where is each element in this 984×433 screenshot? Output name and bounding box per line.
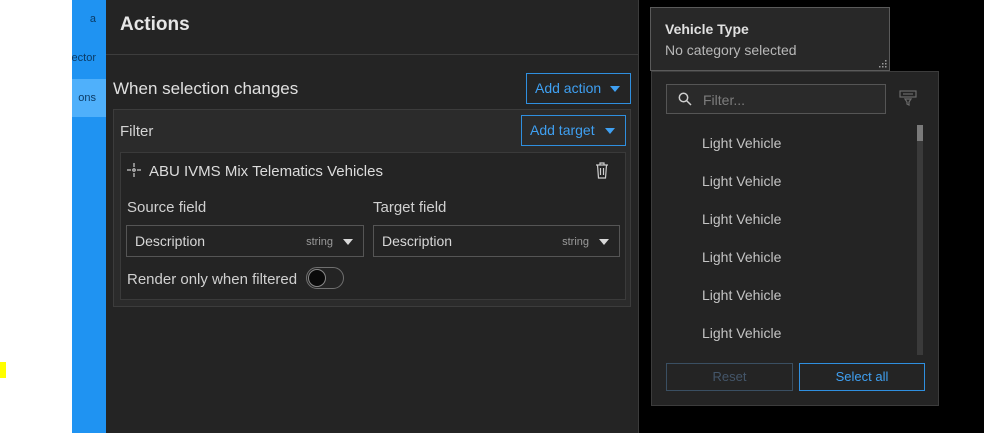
canvas-area (0, 0, 72, 433)
list-item[interactable]: Light Vehicle (702, 325, 781, 341)
list-item[interactable]: Light Vehicle (702, 173, 781, 189)
chevron-down-icon (343, 239, 353, 245)
settings-panel: Actions When selection changes Add actio… (106, 0, 638, 433)
selection-changes-heading: When selection changes (113, 79, 299, 98)
list-item[interactable]: Light Vehicle (702, 249, 781, 265)
list-item[interactable]: Light Vehicle (702, 135, 781, 151)
panel-divider (638, 0, 639, 433)
category-list: Light Vehicle Light Vehicle Light Vehicl… (666, 124, 910, 354)
sidebar-item-1[interactable]: a (72, 0, 106, 38)
filter-label: Filter (120, 123, 154, 140)
crosshair-icon (127, 163, 141, 177)
sidebar-item-label: ector (72, 52, 96, 64)
target-field-value: Description (382, 233, 453, 249)
filter-card: Filter Add target ABU IVMS Mix Telematic… (113, 109, 631, 307)
category-search[interactable]: Filter... (666, 84, 886, 114)
sidebar-item-2[interactable]: ector (72, 39, 106, 77)
scrollbar-thumb[interactable] (917, 125, 923, 141)
chevron-down-icon (605, 128, 615, 134)
target-field-select[interactable]: Description string (373, 225, 620, 257)
source-field-label: Source field (127, 199, 207, 216)
source-field-select[interactable]: Description string (126, 225, 364, 257)
toggle-knob (308, 269, 326, 287)
filter-icon[interactable] (899, 90, 917, 106)
render-filtered-label: Render only when filtered (127, 271, 298, 288)
vehicle-type-title: Vehicle Type (665, 21, 749, 37)
trash-icon[interactable] (595, 162, 609, 179)
left-sidebar: a ector ons (72, 0, 106, 433)
yellow-marker (0, 362, 6, 378)
list-item[interactable]: Light Vehicle (702, 211, 781, 227)
source-field-type: string (306, 236, 333, 248)
target-field-label: Target field (373, 199, 447, 216)
target-layer-name: ABU IVMS Mix Telematics Vehicles (149, 163, 383, 180)
divider (106, 54, 638, 55)
add-action-label: Add action (535, 80, 602, 96)
target-card: ABU IVMS Mix Telematics Vehicles Source … (120, 152, 626, 300)
add-action-button[interactable]: Add action (526, 73, 631, 104)
search-placeholder: Filter... (703, 92, 746, 108)
select-all-button[interactable]: Select all (799, 363, 925, 391)
list-item[interactable]: Light Vehicle (702, 287, 781, 303)
sidebar-item-label: ons (78, 92, 96, 104)
source-field-value: Description (135, 233, 206, 249)
sidebar-item-label: a (89, 13, 96, 25)
chevron-down-icon (610, 86, 620, 92)
category-dropdown: Filter... Light Vehicle Light Vehicle Li… (651, 71, 939, 406)
add-target-label: Add target (530, 122, 595, 138)
sidebar-item-3[interactable]: ons (72, 79, 106, 117)
search-icon (678, 92, 692, 106)
add-target-button[interactable]: Add target (521, 115, 626, 146)
target-field-type: string (562, 236, 589, 248)
resize-grip-icon[interactable] (877, 58, 887, 68)
reset-button[interactable]: Reset (666, 363, 793, 391)
render-filtered-toggle[interactable] (306, 267, 344, 289)
page-title: Actions (120, 14, 190, 35)
vehicle-type-selector[interactable]: Vehicle Type No category selected (650, 7, 890, 71)
vehicle-type-status: No category selected (665, 42, 797, 58)
chevron-down-icon (599, 239, 609, 245)
scrollbar[interactable] (917, 125, 923, 355)
